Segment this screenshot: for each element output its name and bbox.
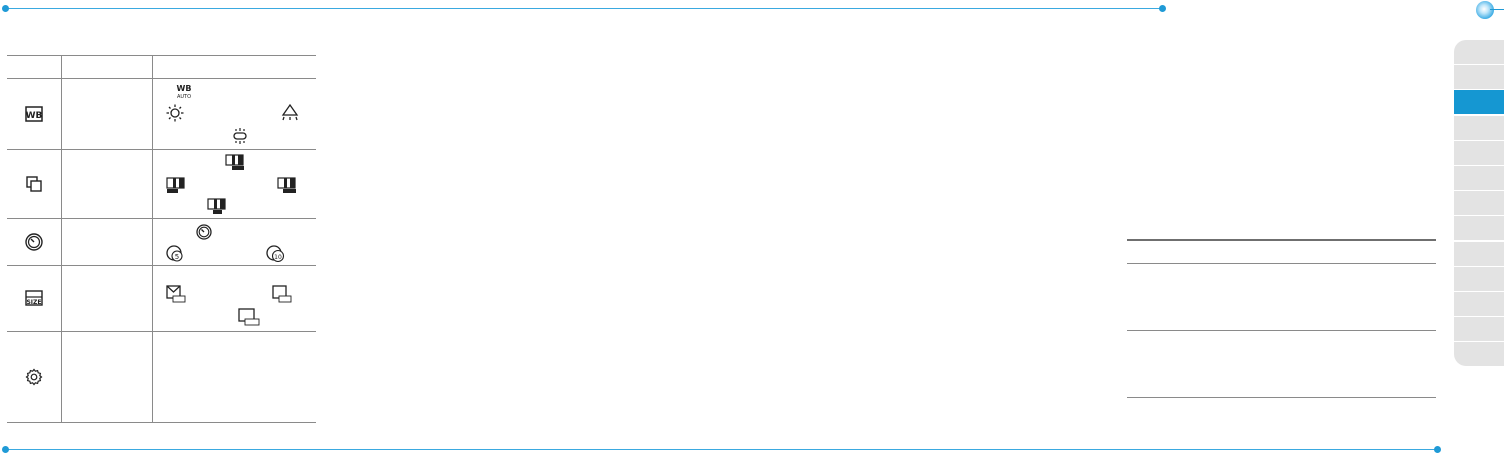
effect-tone-icon	[225, 154, 244, 170]
chapter-tab-2[interactable]	[1454, 65, 1504, 90]
right-table-top-rule	[1127, 239, 1436, 241]
svg-text:5: 5	[175, 253, 179, 261]
svg-text:WB: WB	[26, 111, 43, 121]
svg-text:SIZE: SIZE	[26, 299, 41, 306]
settings-gear-icon	[25, 368, 43, 386]
right-table-header-rule	[1127, 263, 1436, 264]
table-row	[7, 331, 316, 423]
chapter-tab-1[interactable]	[1454, 40, 1504, 64]
menu-label	[61, 331, 153, 423]
chapter-tab-12[interactable]	[1454, 317, 1504, 342]
table-header-row	[7, 55, 316, 79]
page-marker-line	[1490, 9, 1504, 10]
timer-10-icon: 10	[266, 245, 285, 262]
chapter-tab-11[interactable]	[1454, 291, 1504, 316]
top-guide-line	[5, 8, 1163, 9]
white-balance-icon: WB	[25, 106, 43, 122]
daylight-icon	[166, 104, 184, 122]
chapter-tab-9[interactable]	[1454, 241, 1504, 266]
table-row: SIZE	[7, 265, 316, 332]
chapter-tab-8[interactable]	[1454, 216, 1504, 241]
menu-label	[61, 265, 153, 332]
effect-sepia-icon	[166, 177, 185, 193]
chapter-tab-6[interactable]	[1454, 165, 1504, 190]
chapter-tab-4[interactable]	[1454, 115, 1504, 140]
page-marker-icon	[1476, 1, 1494, 19]
top-guide-dot-right	[1159, 5, 1166, 12]
effect-bw-icon	[207, 198, 226, 214]
bottom-guide-dot-left	[2, 446, 9, 453]
bottom-guide-dot-right	[1434, 446, 1441, 453]
timer-5-icon: 5	[166, 245, 183, 262]
fluorescent-icon	[233, 128, 247, 144]
svg-text:AUTO: AUTO	[177, 94, 191, 99]
right-table-row-rule	[1127, 330, 1436, 331]
right-table-bottom-rule	[1127, 397, 1436, 398]
menu-description	[152, 149, 316, 219]
incandescent-icon	[281, 104, 299, 121]
chapter-tabs	[1454, 40, 1504, 367]
top-guide-dot-left	[2, 5, 9, 12]
chapter-tab-7[interactable]	[1454, 191, 1504, 216]
chapter-tab-13[interactable]	[1454, 342, 1504, 367]
size-icon: SIZE	[25, 290, 43, 306]
chapter-tab-10[interactable]	[1454, 266, 1504, 291]
table-row: 5 10	[7, 218, 316, 266]
table-row: WB WB AUTO	[7, 78, 316, 150]
bottom-guide-line	[5, 449, 1438, 450]
header-desc-col	[152, 55, 316, 79]
wb-auto-icon: WB AUTO	[177, 84, 192, 99]
menu-label	[61, 218, 153, 266]
effect-negative-icon	[277, 177, 296, 193]
menu-description	[152, 331, 316, 423]
svg-text:10: 10	[274, 254, 282, 261]
size-176-mail-icon	[166, 285, 186, 303]
timer-off-icon	[196, 224, 212, 240]
timer-icon	[25, 233, 43, 251]
chapter-tab-3-active[interactable]	[1454, 90, 1504, 115]
menu-description: WB AUTO	[152, 78, 316, 150]
chapter-tab-5[interactable]	[1454, 140, 1504, 165]
size-176-icon	[272, 285, 292, 303]
menu-description	[152, 265, 316, 332]
menu-label	[61, 78, 153, 150]
header-icon-col	[7, 55, 62, 79]
menu-label	[61, 149, 153, 219]
svg-text:WB: WB	[177, 84, 192, 93]
menu-description: 5 10	[152, 218, 316, 266]
header-menu-col	[61, 55, 153, 79]
size-320-icon	[238, 308, 260, 326]
table-row	[7, 149, 316, 219]
camera-menu-table: WB WB AUTO 5 10 SIZE	[7, 55, 316, 423]
effects-icon	[26, 176, 42, 192]
